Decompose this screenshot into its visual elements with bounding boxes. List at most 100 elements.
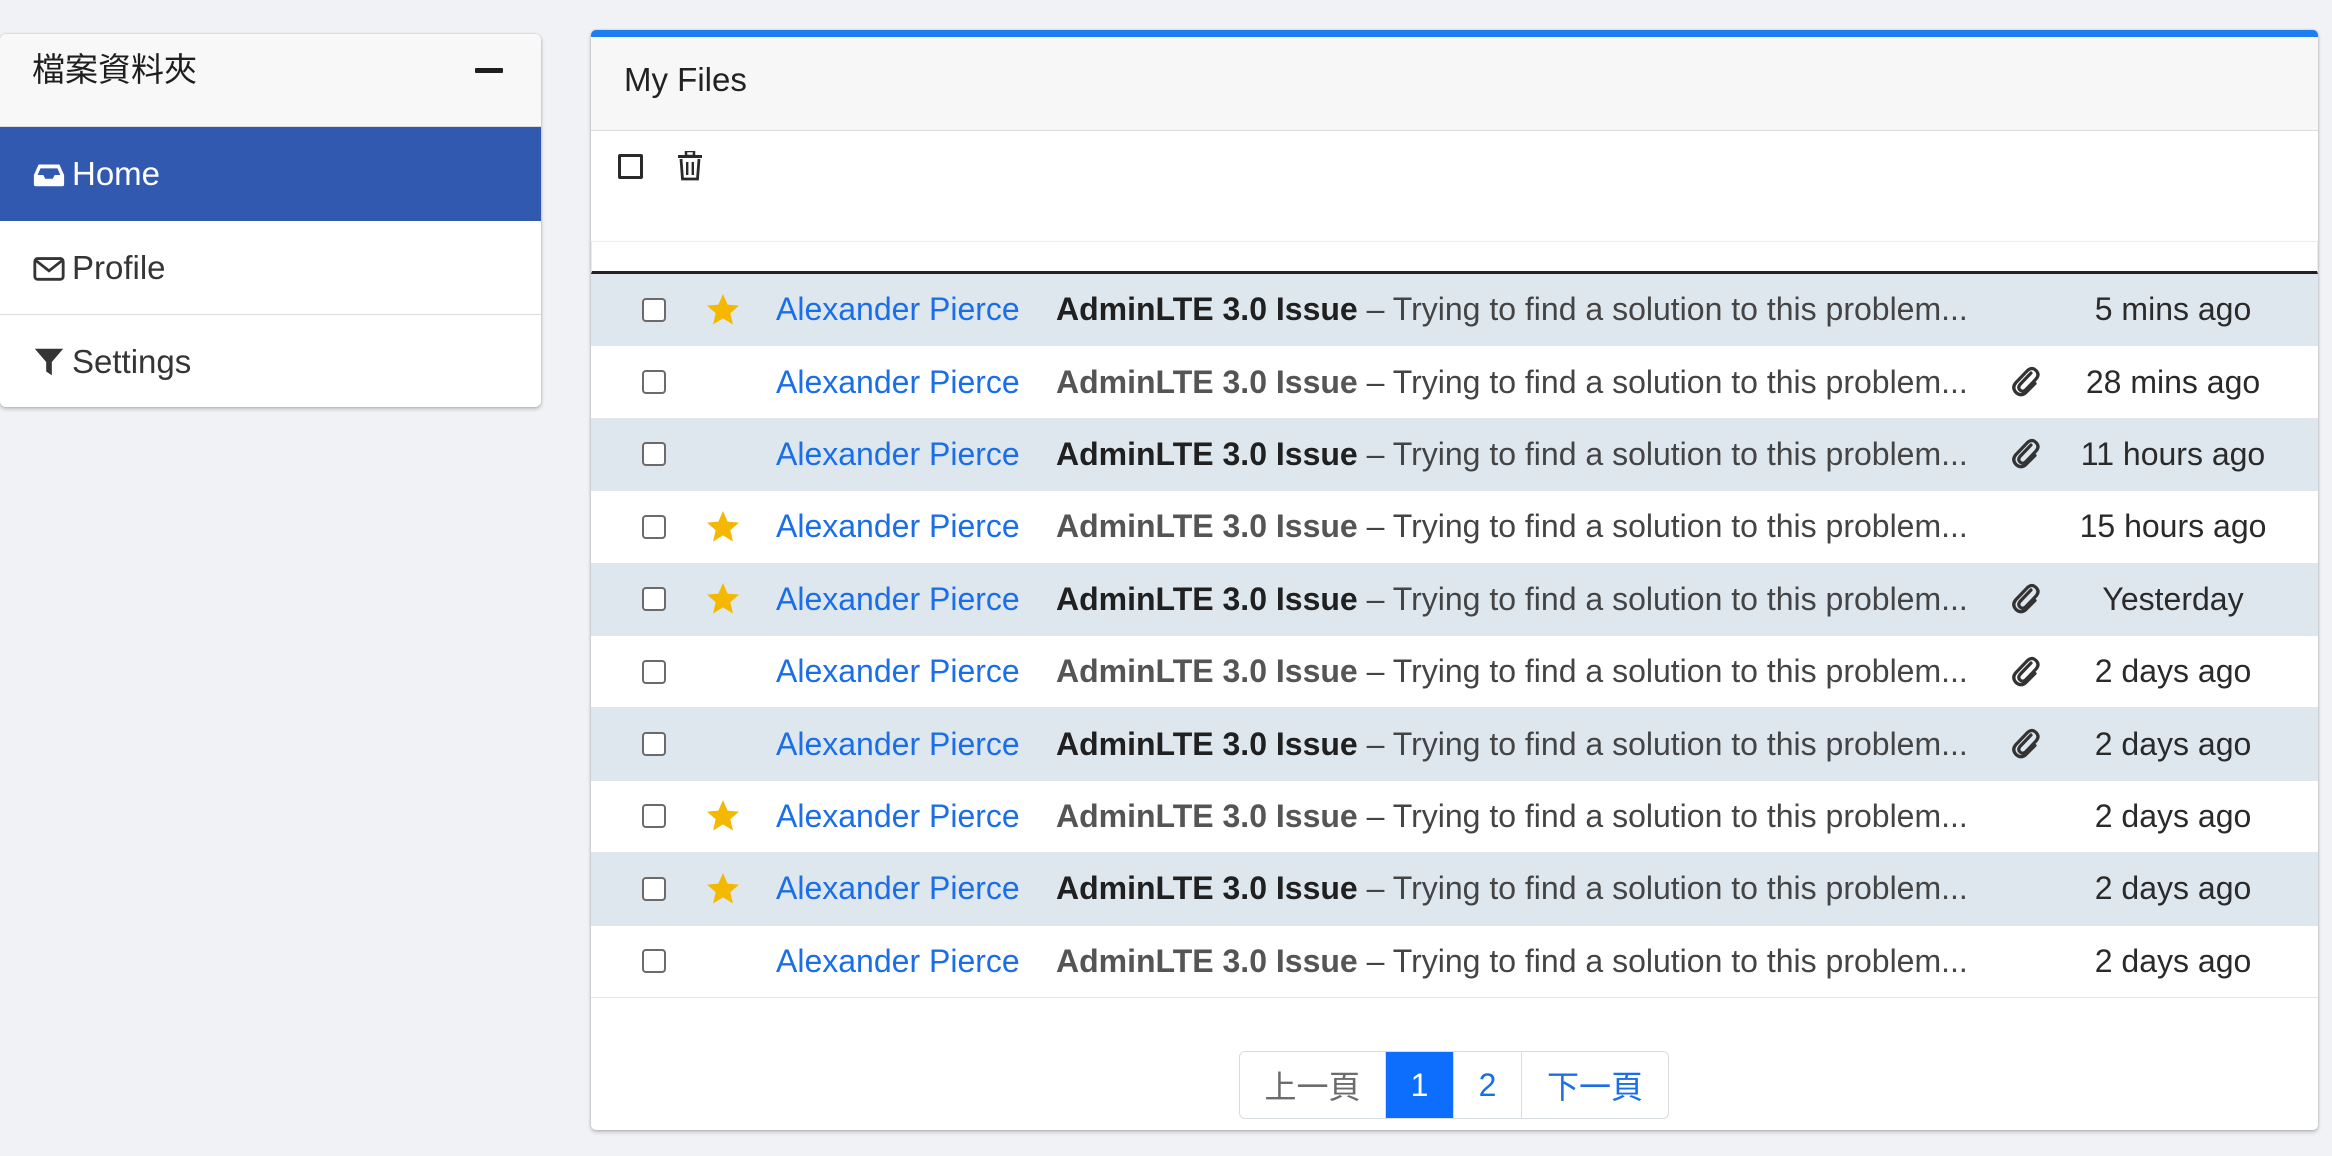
- row-checkbox[interactable]: [642, 514, 666, 539]
- collapse-minus-icon[interactable]: [475, 68, 503, 73]
- star-icon[interactable]: [705, 798, 741, 834]
- row-checkbox[interactable]: [642, 370, 666, 395]
- mail-row[interactable]: Alexander Pierce AdminLTE 3.0 Issue – Try…: [591, 274, 2318, 347]
- mail-subject-title: AdminLTE 3.0 Issue: [1056, 942, 1358, 979]
- mail-row[interactable]: Alexander Pierce AdminLTE 3.0 Issue – Try…: [591, 853, 2318, 926]
- mail-sender[interactable]: Alexander Pierce: [776, 870, 1020, 907]
- folders-title: 檔案資料夾: [32, 51, 197, 88]
- mail-row[interactable]: Alexander Pierce AdminLTE 3.0 Issue – Try…: [591, 781, 2318, 854]
- mail-subject: AdminLTE 3.0 Issue – Trying to find a so…: [1056, 508, 1981, 545]
- mail-preview: – Trying to find a solution to this prob…: [1357, 797, 1968, 834]
- mail-preview: – Trying to find a solution to this prob…: [1357, 580, 1968, 617]
- next-page-button[interactable]: 下一頁: [1522, 1052, 1668, 1118]
- trash-icon[interactable]: [677, 151, 703, 181]
- row-checkbox[interactable]: [642, 949, 666, 974]
- mail-preview: – Trying to find a solution to this prob…: [1357, 942, 1968, 979]
- mail-sender[interactable]: Alexander Pierce: [776, 943, 1020, 980]
- mail-sender[interactable]: Alexander Pierce: [776, 581, 1020, 618]
- mail-row[interactable]: Alexander Pierce AdminLTE 3.0 Issue – Try…: [591, 636, 2318, 709]
- mail-sender[interactable]: Alexander Pierce: [776, 291, 1020, 328]
- mail-subject: AdminLTE 3.0 Issue – Trying to find a so…: [1056, 436, 1981, 473]
- page-1-button[interactable]: 1: [1386, 1052, 1454, 1118]
- nav-item-home[interactable]: Home: [0, 127, 541, 221]
- mail-date: 5 mins ago: [2094, 291, 2252, 328]
- mail-date: 15 hours ago: [2079, 508, 2267, 545]
- nav-item-settings[interactable]: Settings: [0, 315, 541, 407]
- mail-subject-title: AdminLTE 3.0 Issue: [1056, 653, 1358, 690]
- select-all-checkbox[interactable]: [618, 154, 643, 179]
- mail-date: 11 hours ago: [2080, 435, 2266, 472]
- mail-subject-title: AdminLTE 3.0 Issue: [1056, 725, 1358, 762]
- page-title: My Files: [624, 61, 747, 98]
- mail-preview: – Trying to find a solution to this prob…: [1357, 725, 1968, 762]
- folders-header: 檔案資料夾: [0, 34, 541, 127]
- mail-subject: AdminLTE 3.0 Issue – Trying to find a so…: [1056, 798, 1981, 835]
- mail-date: 2 days ago: [2094, 870, 2252, 907]
- pagination: 上一頁 1 2 下一頁: [1239, 1051, 1669, 1119]
- mail-subject: AdminLTE 3.0 Issue – Trying to find a so…: [1056, 943, 1981, 980]
- row-checkbox[interactable]: [642, 297, 666, 322]
- mail-preview: – Trying to find a solution to this prob…: [1357, 291, 1968, 328]
- row-checkbox[interactable]: [642, 876, 666, 901]
- mail-date: 2 days ago: [2094, 653, 2252, 690]
- table-header: [591, 241, 2318, 274]
- files-card: My Files Alexander Pierce AdminLTE 3.0 Is…: [591, 30, 2318, 1130]
- mail-preview: – Trying to find a solution to this prob…: [1357, 870, 1968, 907]
- row-checkbox[interactable]: [642, 804, 666, 829]
- row-checkbox[interactable]: [642, 659, 666, 684]
- mail-subject: AdminLTE 3.0 Issue – Trying to find a so…: [1056, 364, 1981, 401]
- mail-preview: – Trying to find a solution to this prob…: [1357, 508, 1968, 545]
- mail-sender[interactable]: Alexander Pierce: [776, 508, 1020, 545]
- row-checkbox[interactable]: [642, 732, 666, 757]
- folders-card: 檔案資料夾 Home Profile Settings: [0, 34, 541, 407]
- mail-row[interactable]: Alexander Pierce AdminLTE 3.0 Issue – Try…: [591, 563, 2318, 636]
- mail-row[interactable]: Alexander Pierce AdminLTE 3.0 Issue – Try…: [591, 708, 2318, 781]
- envelope-icon: [33, 256, 65, 281]
- mail-sender[interactable]: Alexander Pierce: [776, 798, 1020, 835]
- mail-preview: – Trying to find a solution to this prob…: [1357, 435, 1968, 472]
- star-icon[interactable]: [705, 509, 741, 545]
- mail-subject: AdminLTE 3.0 Issue – Trying to find a so…: [1056, 870, 1981, 907]
- mail-list: Alexander Pierce AdminLTE 3.0 Issue – Try…: [591, 274, 2318, 998]
- row-checkbox[interactable]: [642, 442, 666, 467]
- nav-item-label: Profile: [72, 248, 166, 286]
- mail-date: Yesterday: [2102, 580, 2244, 617]
- page-2-button[interactable]: 2: [1454, 1052, 1522, 1118]
- mail-preview: – Trying to find a solution to this prob…: [1357, 653, 1968, 690]
- star-icon[interactable]: [705, 292, 741, 328]
- nav-item-label: Home: [72, 154, 161, 192]
- mail-subject: AdminLTE 3.0 Issue – Trying to find a so…: [1056, 291, 1981, 328]
- mail-row[interactable]: Alexander Pierce AdminLTE 3.0 Issue – Try…: [591, 491, 2318, 564]
- mail-row[interactable]: Alexander Pierce AdminLTE 3.0 Issue – Try…: [591, 418, 2318, 492]
- files-header: My Files: [591, 37, 2318, 131]
- prev-page-button[interactable]: 上一頁: [1240, 1052, 1386, 1118]
- filter-icon: [34, 348, 64, 376]
- mail-preview: – Trying to find a solution to this prob…: [1357, 363, 1968, 400]
- mail-row[interactable]: Alexander Pierce AdminLTE 3.0 Issue – Try…: [591, 926, 2318, 998]
- mail-sender[interactable]: Alexander Pierce: [776, 653, 1020, 690]
- mail-date: 28 mins ago: [2085, 363, 2261, 400]
- mail-subject-title: AdminLTE 3.0 Issue: [1056, 363, 1358, 400]
- star-icon[interactable]: [705, 581, 741, 617]
- inbox-icon: [33, 164, 65, 186]
- mail-date: 2 days ago: [2094, 942, 2252, 979]
- mail-sender[interactable]: Alexander Pierce: [776, 364, 1020, 401]
- mail-subject-title: AdminLTE 3.0 Issue: [1056, 580, 1358, 617]
- star-icon[interactable]: [705, 871, 741, 907]
- nav-item-label: Settings: [72, 343, 192, 380]
- mail-row[interactable]: Alexander Pierce AdminLTE 3.0 Issue – Try…: [591, 346, 2318, 419]
- nav-item-profile[interactable]: Profile: [0, 221, 541, 315]
- mail-subject-title: AdminLTE 3.0 Issue: [1056, 797, 1358, 834]
- mail-sender[interactable]: Alexander Pierce: [776, 726, 1020, 763]
- mail-subject-title: AdminLTE 3.0 Issue: [1056, 508, 1358, 545]
- mail-sender[interactable]: Alexander Pierce: [776, 436, 1020, 473]
- mail-subject-title: AdminLTE 3.0 Issue: [1056, 870, 1358, 907]
- mail-date: 2 days ago: [2094, 797, 2252, 834]
- mail-date: 2 days ago: [2094, 725, 2252, 762]
- mail-subject-title: AdminLTE 3.0 Issue: [1056, 435, 1358, 472]
- mail-subject-title: AdminLTE 3.0 Issue: [1056, 291, 1358, 328]
- mail-subject: AdminLTE 3.0 Issue – Trying to find a so…: [1056, 726, 1981, 763]
- mail-subject: AdminLTE 3.0 Issue – Trying to find a so…: [1056, 581, 1981, 618]
- row-checkbox[interactable]: [642, 587, 666, 612]
- mail-subject: AdminLTE 3.0 Issue – Trying to find a so…: [1056, 653, 1981, 690]
